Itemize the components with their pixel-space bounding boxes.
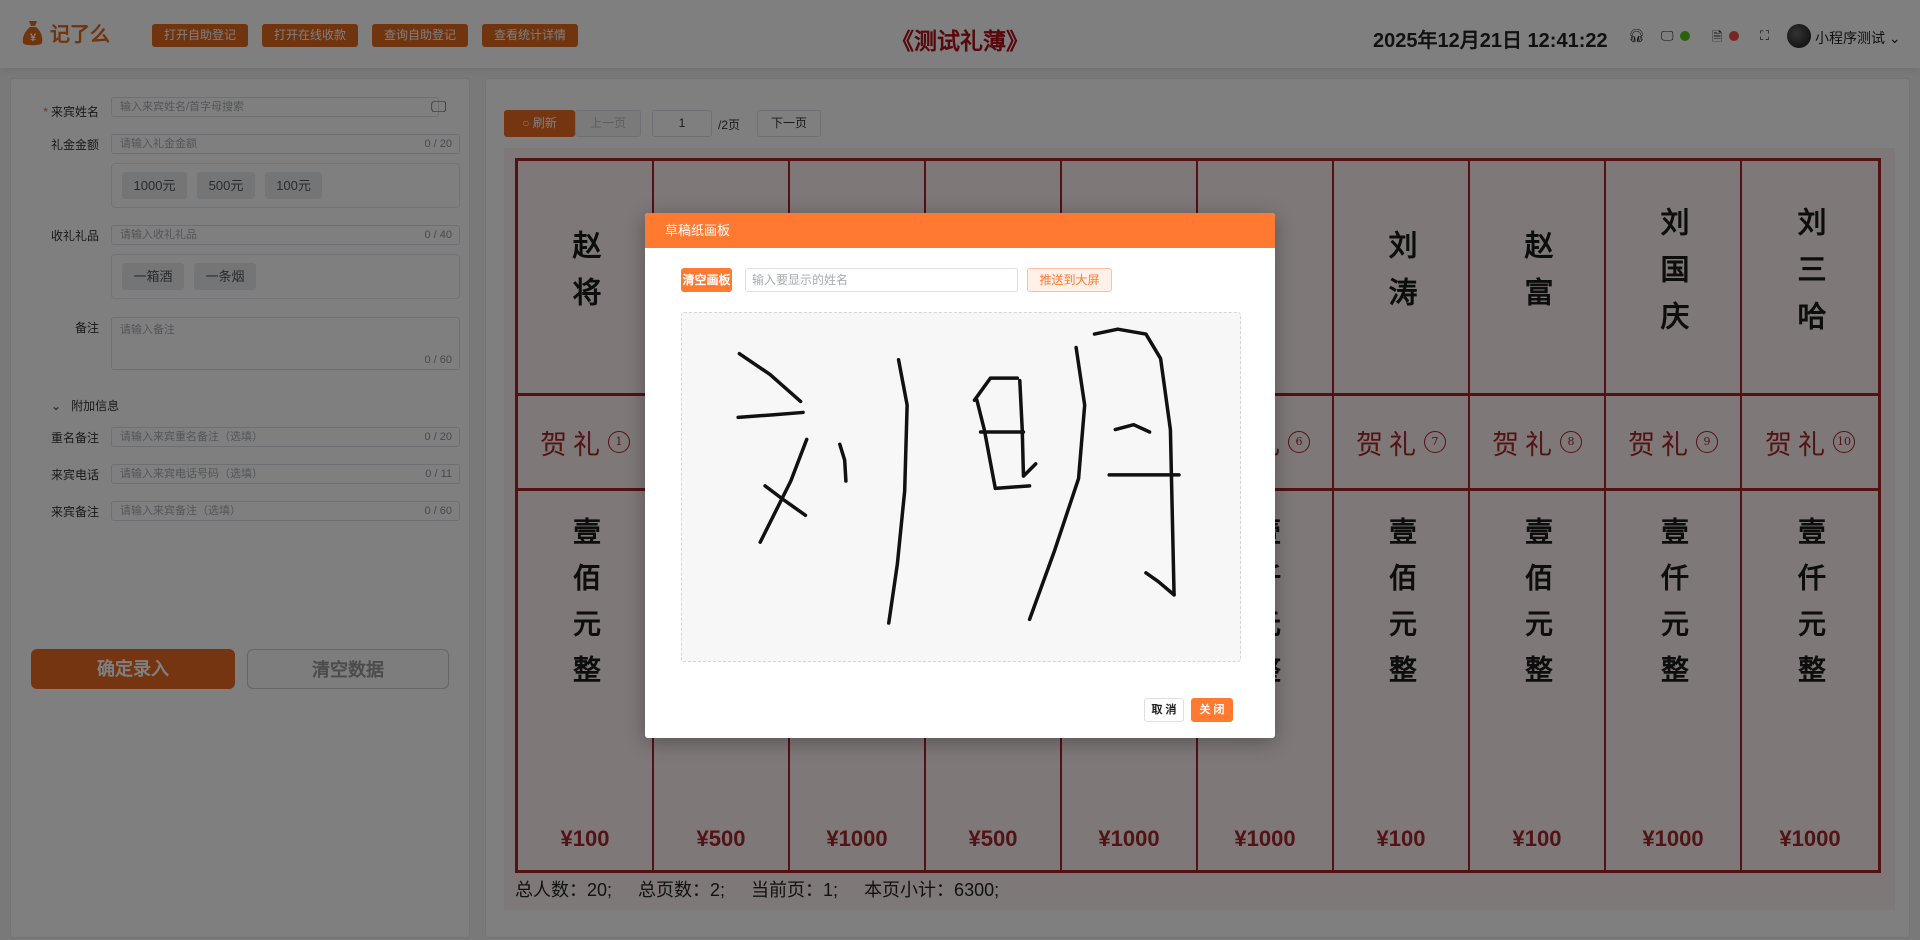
scratch-pad-dialog: 草稿纸画板 清空画板 输入要显示的姓名 推送到大屏 取 消 关 闭 <box>645 213 1275 738</box>
pen-stroke <box>1092 327 1176 597</box>
push-to-screen-button[interactable]: 推送到大屏 <box>1027 268 1112 292</box>
pen-stroke <box>887 358 909 625</box>
clear-canvas-button[interactable]: 清空画板 <box>681 268 732 292</box>
pen-stroke <box>1018 378 1038 478</box>
pen-stroke <box>993 484 1032 491</box>
pen-stroke <box>838 442 848 483</box>
pen-stroke <box>758 437 809 544</box>
pen-stroke <box>1027 345 1087 622</box>
pen-stroke <box>1113 422 1152 434</box>
pen-stroke <box>972 376 1020 402</box>
pen-stroke <box>736 410 805 420</box>
cancel-button[interactable]: 取 消 <box>1144 698 1184 722</box>
drawing-canvas[interactable] <box>681 312 1241 662</box>
pen-stroke <box>975 398 998 491</box>
close-button[interactable]: 关 闭 <box>1191 698 1233 722</box>
display-name-input[interactable]: 输入要显示的姓名 <box>745 268 1018 292</box>
pen-stroke <box>737 351 803 404</box>
handwriting-drawing <box>736 327 1181 625</box>
dialog-title: 草稿纸画板 <box>645 213 1275 248</box>
pen-stroke <box>1144 571 1176 597</box>
